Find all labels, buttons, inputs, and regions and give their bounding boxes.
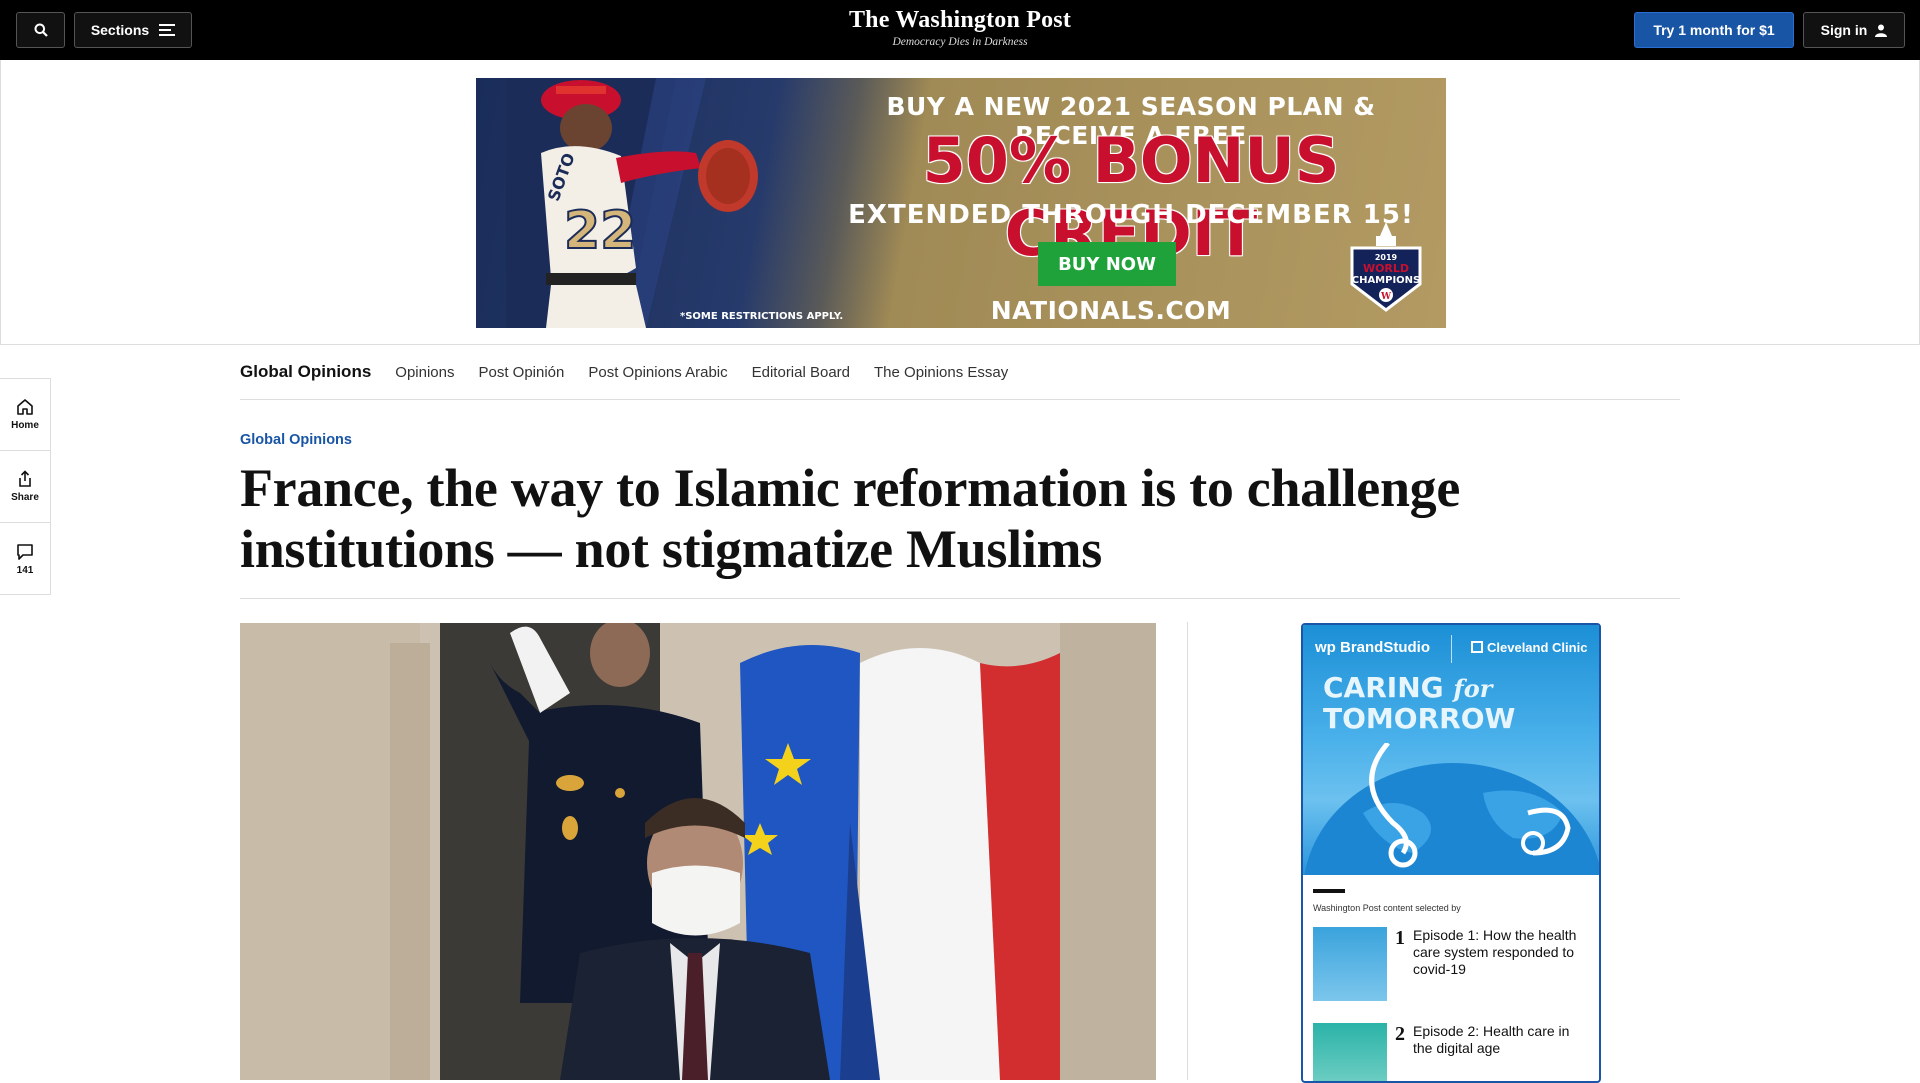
badge-line2: CHAMPIONS [1352, 275, 1421, 286]
comments-count: 141 [16, 564, 34, 576]
home-icon [17, 399, 33, 415]
ad-restrictions: *SOME RESTRICTIONS APPLY. [680, 311, 844, 322]
search-icon [34, 23, 48, 37]
article-kicker[interactable]: Global Opinions [240, 432, 352, 448]
jersey-number: 22 [564, 201, 636, 261]
ad-buy-now-button[interactable]: BUY NOW [1038, 242, 1176, 286]
side-ad-rule [1313, 889, 1345, 893]
section-nav: Global Opinions Opinions Post Opinión Po… [240, 345, 1680, 400]
side-ad-list: Washington Post content selected by 1 Ep… [1303, 875, 1599, 1081]
user-icon [1875, 24, 1888, 37]
episode-item[interactable]: 2 Episode 2: Health care in the digital … [1313, 1023, 1589, 1081]
cleveland-clinic-icon [1471, 641, 1483, 653]
episode-item[interactable]: 1 Episode 1: How the health care system … [1313, 927, 1589, 1001]
article-lead-photo[interactable] [240, 623, 1156, 1080]
section-nav-opinions-arabic[interactable]: Post Opinions Arabic [588, 364, 727, 381]
subscribe-button[interactable]: Try 1 month for $1 [1634, 12, 1794, 48]
left-action-rail: Home Share 141 [0, 378, 51, 595]
macron-photo-image [240, 623, 1156, 1080]
comment-icon [17, 543, 33, 560]
caring-for-tomorrow-title: CARING for TOMORROW [1323, 673, 1515, 734]
column-divider [1187, 622, 1188, 1080]
sponsor-logo: Cleveland Clinic [1471, 640, 1587, 655]
section-nav-editorial-board[interactable]: Editorial Board [752, 364, 850, 381]
side-ad-note: Washington Post content selected by [1313, 903, 1461, 913]
sign-in-label: Sign in [1820, 22, 1868, 38]
home-label: Home [11, 420, 39, 431]
for-word: for [1453, 674, 1493, 703]
sponsor-name: Cleveland Clinic [1487, 640, 1588, 655]
share-button[interactable]: Share [0, 451, 50, 523]
share-label: Share [11, 492, 39, 503]
side-ad-separator [1451, 635, 1452, 663]
badge-year: 2019 [1375, 253, 1398, 262]
masthead-logo[interactable]: The Washington Post Democracy Dies in Da… [760, 6, 1160, 48]
tomorrow-word: TOMORROW [1323, 702, 1516, 735]
sign-in-button[interactable]: Sign in [1803, 12, 1905, 48]
search-button[interactable] [16, 12, 65, 48]
comments-button[interactable]: 141 [0, 523, 50, 595]
section-nav-current[interactable]: Global Opinions [240, 362, 371, 382]
masthead-tagline: Democracy Dies in Darkness [892, 36, 1028, 48]
globe-stethoscope-image [1304, 743, 1599, 875]
nationals-ad-banner[interactable]: SOTO 22 BUY A NEW 2021 SEASON PLAN & REC… [476, 78, 1446, 328]
side-ad-hero: wp BrandStudio Cleveland Clinic CARING f… [1303, 625, 1599, 875]
world-champions-badge: 2019 WORLD CHAMPIONS W [1350, 222, 1422, 312]
episode-number: 1 [1395, 927, 1405, 949]
sections-label: Sections [90, 22, 150, 38]
caring-word: CARING [1323, 671, 1444, 704]
section-nav-post-opinion[interactable]: Post Opinión [478, 364, 564, 381]
share-icon [19, 470, 31, 487]
section-nav-opinions[interactable]: Opinions [395, 364, 454, 381]
sections-button[interactable]: Sections [74, 12, 192, 48]
header-divider [240, 598, 1680, 599]
section-nav-opinions-essay[interactable]: The Opinions Essay [874, 364, 1008, 381]
top-bar: Sections The Washington Post Democracy D… [0, 0, 1920, 60]
masthead-title: The Washington Post [848, 7, 1072, 33]
menu-icon [159, 24, 176, 36]
home-button[interactable]: Home [0, 379, 50, 451]
ad-site-url: NATIONALS.COM [990, 296, 1232, 325]
episode-number: 2 [1395, 1023, 1405, 1045]
baseball-player-image: SOTO 22 [506, 78, 758, 328]
svg-text:W: W [1380, 292, 1392, 302]
episode-thumbnail [1313, 1023, 1387, 1081]
episode-title[interactable]: Episode 2: Health care in the digital ag… [1413, 1023, 1589, 1081]
brandstudio-side-ad[interactable]: wp BrandStudio Cleveland Clinic CARING f… [1301, 623, 1601, 1083]
brandstudio-logo: wp BrandStudio [1315, 639, 1430, 656]
badge-line1: WORLD [1363, 262, 1409, 275]
episode-title[interactable]: Episode 1: How the health care system re… [1413, 927, 1589, 1001]
ad-container: SOTO 22 BUY A NEW 2021 SEASON PLAN & REC… [0, 60, 1920, 345]
article-headline: France, the way to Islamic reformation i… [240, 458, 1461, 579]
episode-thumbnail [1313, 927, 1387, 1001]
ad-extended: EXTENDED THROUGH DECEMBER 15! [848, 200, 1414, 230]
